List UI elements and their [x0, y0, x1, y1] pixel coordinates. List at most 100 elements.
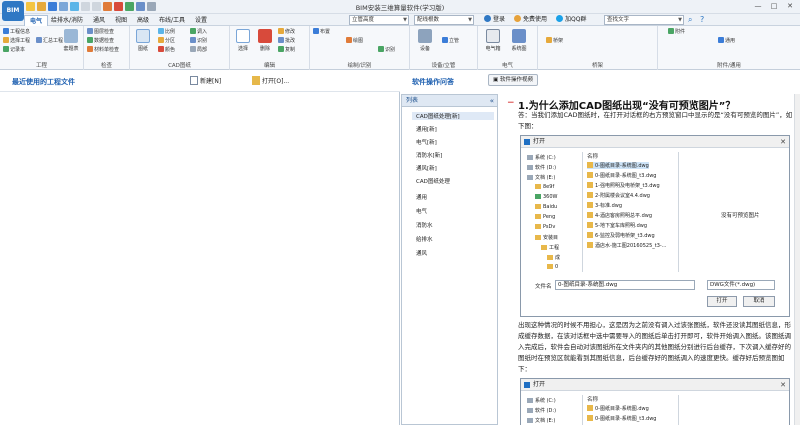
tray-button[interactable]: 桥架 [546, 37, 563, 45]
view-combo[interactable]: 立管高度 ▼ [349, 15, 409, 25]
file-item-label: 酒店水-施工图20160525_t3-... [595, 243, 667, 249]
chevron-down-icon: ▼ [403, 17, 407, 23]
notebook-label: 记录本 [10, 47, 26, 53]
import-button[interactable]: 调入 [190, 28, 207, 36]
faq-list-item[interactable]: 通风[新] [416, 164, 437, 172]
close-button[interactable]: ✕ [784, 1, 796, 12]
select-project-button[interactable]: 选择工程 [3, 37, 30, 45]
gift-icon [514, 15, 521, 22]
file-item-label: 5-地下室车库照明.dwg [595, 223, 648, 229]
identify-button[interactable]: 识别 [378, 46, 395, 54]
faq-list-item[interactable]: 通风 [416, 249, 427, 257]
ribbon-toolbar: 工程信息 选择工程 记录本 汇总工程 套题表 工程 图层检查 数据检查 材料单检… [0, 26, 800, 70]
minimize-button[interactable]: — [752, 1, 764, 12]
template-button[interactable]: 套题表 [60, 29, 82, 52]
faq-list-item[interactable]: CAD图纸处理 [416, 177, 450, 185]
faq-list-item[interactable]: 通用[新] [416, 125, 437, 133]
ribbon-group-label: 绘制/识别 [347, 63, 372, 69]
folder-icon [535, 184, 541, 189]
zone-label: 分区 [165, 38, 176, 44]
color-button[interactable]: 颜色 [158, 46, 175, 54]
dwg-file-icon [587, 202, 593, 208]
batch-icon [278, 37, 284, 43]
login-button[interactable]: 登录 [484, 15, 505, 25]
equipment-button[interactable]: 设备 [414, 29, 436, 52]
close-icon: ✕ [780, 381, 786, 389]
new-project-button[interactable]: 新建[N] [190, 76, 221, 87]
notebook-button[interactable]: 记录本 [3, 46, 25, 54]
system-diagram-button[interactable]: 系统图 [508, 29, 530, 52]
tree-node: Baidu [535, 204, 557, 210]
file-item: 1-强电照明及电桥架_t3.dwg [587, 182, 660, 189]
file-item-label: 6-监控及弱电桥架_t3.dwg [595, 233, 655, 239]
select-button[interactable]: 选择 [232, 29, 254, 52]
place-button[interactable]: 布置 [313, 28, 330, 36]
layer-check-button[interactable]: 图层检查 [87, 28, 114, 36]
help-icon[interactable]: ? [700, 15, 704, 25]
faq-list-item[interactable]: 给排水 [416, 235, 433, 243]
tab-settings[interactable]: 设置 [190, 15, 212, 26]
faq-list-item[interactable]: 通用 [416, 193, 427, 201]
partial-label: 局部 [197, 47, 208, 53]
search-icon[interactable]: ⌕ [688, 15, 692, 25]
video-tutorial-button[interactable]: ▣ 软件操作视频 [488, 74, 538, 86]
dialog-icon [524, 139, 530, 145]
partial-button[interactable]: 局部 [190, 46, 207, 54]
batch-edit-button[interactable]: 批改 [278, 37, 295, 45]
drive-icon [527, 408, 533, 413]
file-item: 0-图纸目录-系统图_t3.dwg [587, 415, 656, 422]
join-qq-button[interactable]: 加QQ群 [556, 15, 586, 25]
ribbon-group-edit: 选择 删除 修改 批改 复制 编辑 [230, 26, 310, 70]
tab-ventilation[interactable]: 通风 [88, 15, 110, 26]
folder-tree: 系统 (C:) 软件 (D:) 文档 (E:) 8e9f 360W Baidu … [525, 152, 583, 272]
modify-icon [278, 28, 284, 34]
collapse-minus-icon[interactable]: − [507, 98, 515, 108]
identify-label: 识别 [385, 47, 396, 53]
tab-view[interactable]: 视图 [110, 15, 132, 26]
tab-advanced[interactable]: 高级 [132, 15, 154, 26]
material-check-label: 材料单检查 [94, 47, 120, 53]
riser-button[interactable]: 立管 [442, 37, 459, 45]
faq-title: 软件操作问答 [412, 78, 454, 86]
app-logo-icon[interactable]: BIM [2, 1, 24, 21]
content-scrollbar[interactable] [794, 94, 800, 425]
recognize-button[interactable]: 识别 [190, 37, 207, 45]
electric-box-button[interactable]: 电气箱 [482, 29, 504, 52]
tree-node-label: PsDv [543, 224, 556, 230]
tab-plumbing[interactable]: 给排水/消防 [46, 15, 88, 26]
tab-tools[interactable]: 布线/工具 [154, 15, 190, 26]
tree-node-label: 软件 (D:) [535, 408, 557, 414]
faq-list-item[interactable]: 电气 [416, 207, 427, 215]
title-bar: BIM安装三维算量软件(学习版) — □ ✕ [0, 0, 800, 14]
draw-button[interactable]: 绘图 [346, 37, 363, 45]
material-check-button[interactable]: 材料单检查 [87, 46, 119, 54]
riser-icon [442, 37, 448, 43]
delete-button[interactable]: 删除 [254, 29, 276, 52]
drawing-button[interactable]: 图纸 [132, 29, 154, 52]
free-use-button[interactable]: 免费使用 [514, 15, 547, 25]
tree-node: 360W [535, 194, 558, 200]
faq-list-item[interactable]: 电气[新] [416, 138, 437, 146]
join-qq-label: 加QQ群 [565, 16, 587, 23]
summary-project-button[interactable]: 汇总工程 [36, 37, 63, 45]
modify-label: 修改 [285, 29, 296, 35]
general-button[interactable]: 通用 [718, 37, 735, 45]
search-input[interactable]: 查找文字 ▼ [604, 15, 684, 25]
data-check-button[interactable]: 数据检查 [87, 37, 114, 45]
free-use-label: 免费使用 [523, 16, 548, 23]
collapse-icon[interactable]: « [490, 95, 494, 107]
accessory-button[interactable]: 附件 [668, 28, 685, 36]
zone-button[interactable]: 分区 [158, 37, 175, 45]
tab-electrical[interactable]: 电气 [24, 15, 49, 26]
open-project-button[interactable]: 打开[O]... [252, 76, 289, 87]
project-info-button[interactable]: 工程信息 [3, 28, 30, 36]
faq-list-item[interactable]: 消防水 [416, 221, 433, 229]
maximize-button[interactable]: □ [768, 1, 780, 12]
batch-edit-label: 批改 [285, 38, 296, 44]
scale-button[interactable]: 比例 [158, 28, 175, 36]
copy-button[interactable]: 复制 [278, 46, 295, 54]
modify-button[interactable]: 修改 [278, 28, 295, 36]
faq-list-item[interactable]: CAD图纸处理[新] [412, 112, 494, 120]
param-combo[interactable]: 配线根数 ▼ [414, 15, 474, 25]
faq-list-item[interactable]: 消防水[新] [416, 151, 442, 159]
